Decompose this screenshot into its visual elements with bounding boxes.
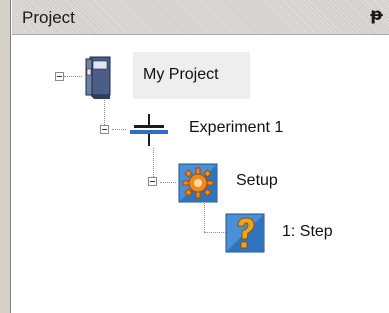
tree-connector — [153, 148, 154, 177]
tree-connector — [204, 200, 205, 232]
project-panel — [12, 0, 389, 313]
step-question-icon — [225, 213, 265, 253]
panel-title: Project — [22, 8, 75, 27]
pin-icon[interactable]: ᵽ — [370, 5, 383, 25]
panel-header: Project ᵽ — [12, 0, 389, 35]
tree-connector — [104, 97, 105, 125]
collapse-toggle-project[interactable] — [55, 72, 64, 81]
collapse-toggle-setup[interactable] — [148, 177, 157, 186]
tree-item-step-1[interactable]: 1: Step — [282, 223, 333, 241]
experiment-icon — [126, 112, 172, 148]
collapse-toggle-experiment[interactable] — [100, 125, 109, 134]
project-binder-icon — [84, 55, 112, 99]
tree-connector — [204, 232, 226, 233]
tree-item-setup[interactable]: Setup — [236, 172, 278, 190]
tree-connector — [112, 129, 126, 130]
tree-item-my-project[interactable]: My Project — [143, 66, 219, 84]
tree-item-experiment-1[interactable]: Experiment 1 — [189, 119, 283, 137]
tree-connector — [160, 182, 176, 183]
left-window-border — [0, 0, 11, 313]
tree-connector — [64, 76, 82, 77]
setup-gear-icon — [178, 163, 218, 203]
